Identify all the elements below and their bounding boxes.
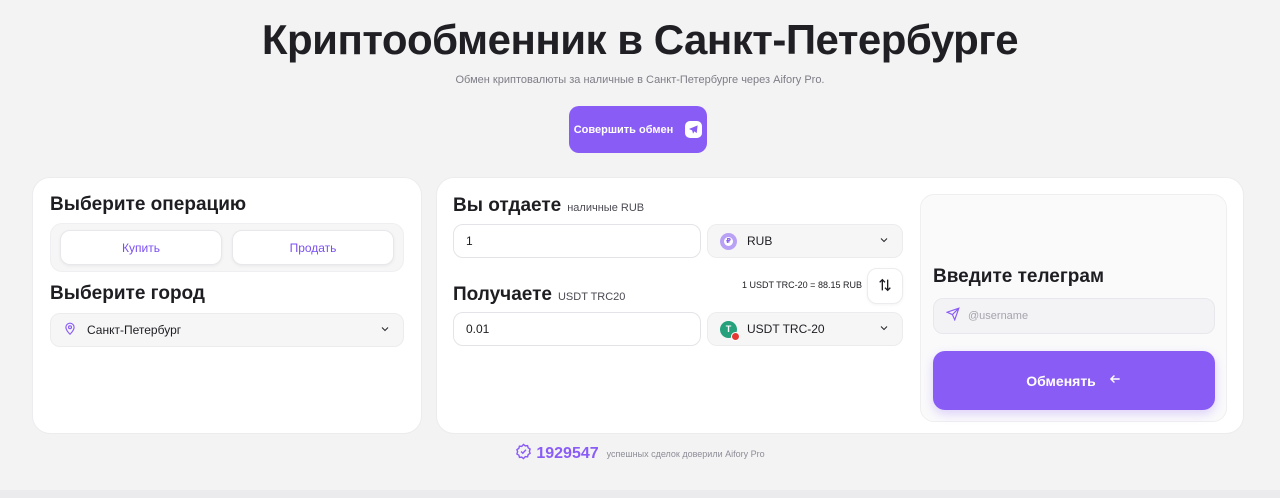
get-amount-input[interactable] — [453, 312, 701, 346]
get-currency-label: USDT TRC-20 — [747, 322, 825, 336]
send-icon — [945, 306, 960, 326]
get-title: Получаете USDT TRC20 — [453, 284, 625, 306]
telegram-field — [933, 298, 1215, 334]
get-tag: USDT TRC20 — [557, 291, 626, 303]
city-title: Выберите город — [50, 283, 205, 304]
make-exchange-button[interactable]: Совершить обмен — [569, 106, 707, 153]
location-pin-icon — [63, 322, 77, 339]
give-title: Вы отдаете наличные RUB — [453, 195, 644, 217]
deal-count-note: успешных сделок доверили Aifory Pro — [606, 449, 765, 459]
give-amount-input[interactable] — [453, 224, 701, 258]
exchange-submit-button[interactable]: Обменять — [933, 351, 1215, 410]
telegram-username-input[interactable] — [968, 310, 1198, 322]
city-select[interactable]: Санкт-Петербург — [50, 313, 404, 347]
give-currency-select[interactable]: ₽ RUB — [707, 224, 903, 258]
trust-line: 1929547 успешных сделок доверили Aifory … — [0, 443, 1280, 465]
telegram-title: Введите телеграм — [933, 266, 1105, 287]
operation-title: Выберите операцию — [50, 194, 247, 215]
telegram-plane-icon — [685, 121, 703, 138]
give-title-text: Вы отдаете — [453, 195, 562, 216]
page-title: Криптообменник в Санкт-Петербурге — [261, 16, 1019, 63]
buy-button[interactable]: Купить — [60, 230, 222, 265]
make-exchange-label: Совершить обмен — [573, 123, 674, 136]
verified-badge-icon — [515, 443, 532, 465]
chevron-down-icon — [878, 234, 890, 249]
page-subtitle: Обмен криптовалюты за наличные в Санкт-П… — [455, 74, 825, 86]
footer-divider — [0, 490, 1280, 498]
arrow-left-icon — [1108, 372, 1122, 389]
exchange-rate: 1 USDT TRC-20 = 88.15 RUB — [742, 280, 862, 290]
exchange-submit-label: Обменять — [1026, 372, 1096, 389]
swap-arrows-icon — [877, 277, 893, 296]
rub-coin-icon: ₽ — [720, 232, 737, 250]
give-tag: наличные RUB — [567, 202, 645, 214]
sell-button[interactable]: Продать — [232, 230, 394, 265]
get-title-text: Получаете — [453, 284, 552, 305]
swap-button[interactable] — [867, 268, 903, 304]
chevron-down-icon — [878, 322, 890, 337]
city-selected-value: Санкт-Петербург — [87, 323, 182, 337]
chevron-down-icon — [379, 323, 391, 338]
usdt-coin-icon: T — [720, 320, 740, 341]
give-currency-label: RUB — [747, 234, 773, 248]
get-currency-select[interactable]: T USDT TRC-20 — [707, 312, 903, 346]
deal-count: 1929547 — [536, 445, 599, 462]
